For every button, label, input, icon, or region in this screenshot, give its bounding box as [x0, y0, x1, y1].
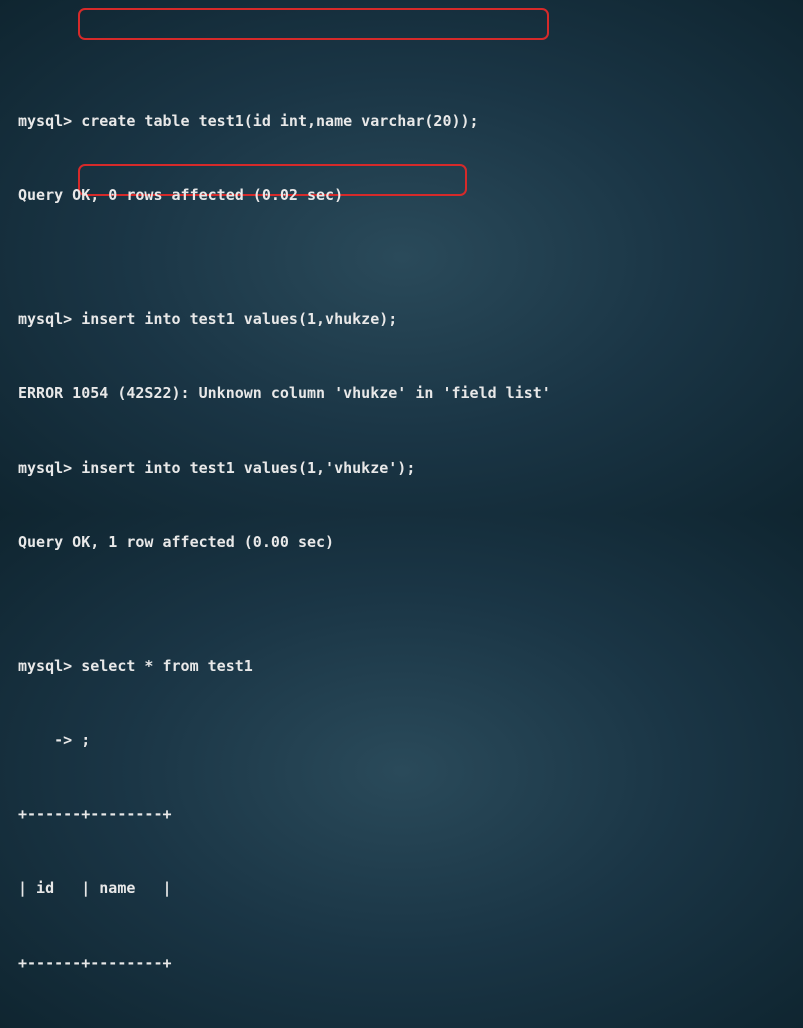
terminal-output[interactable]: mysql> create table test1(id int,name va… [0, 0, 803, 1028]
highlight-box-1 [78, 8, 549, 40]
terminal-line: Query OK, 1 row affected (0.00 sec) [18, 530, 785, 555]
terminal-line: | id | name | [18, 876, 785, 901]
terminal-line: mysql> select * from test1 [18, 654, 785, 679]
terminal-line: +------+--------+ [18, 951, 785, 976]
terminal-line: mysql> create table test1(id int,name va… [18, 109, 785, 134]
terminal-line: +------+--------+ [18, 802, 785, 827]
terminal-line: ERROR 1054 (42S22): Unknown column 'vhuk… [18, 381, 785, 406]
terminal-line: Query OK, 0 rows affected (0.02 sec) [18, 183, 785, 208]
terminal-line: mysql> insert into test1 values(1,vhukze… [18, 307, 785, 332]
terminal-line: | 1 | vhukze | [18, 1025, 785, 1028]
terminal-line: mysql> insert into test1 values(1,'vhukz… [18, 456, 785, 481]
terminal-line: -> ; [18, 728, 785, 753]
